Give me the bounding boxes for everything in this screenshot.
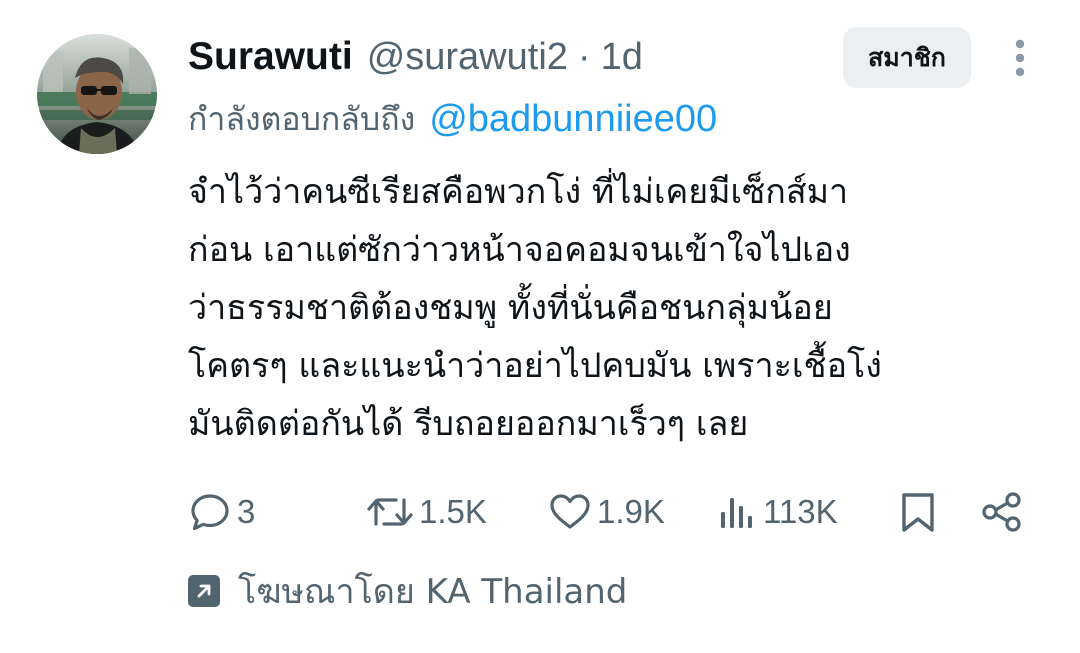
reply-icon bbox=[191, 494, 229, 531]
tweet-text: จำไว้ว่าคนซีเรียสคือพวกโง่ ที่ไม่เคยมีเซ… bbox=[188, 163, 1058, 453]
like-count: 1.9K bbox=[597, 493, 665, 530]
share-icon bbox=[982, 492, 1021, 532]
more-options-button[interactable] bbox=[1004, 36, 1036, 80]
separator-dot: · bbox=[577, 35, 591, 78]
reply-button[interactable]: 3 bbox=[188, 482, 255, 542]
tweet-header: Surawuti @surawuti2 · 1d bbox=[188, 28, 643, 86]
tweet-timestamp[interactable]: 1d bbox=[601, 36, 643, 79]
promoted-arrow-icon bbox=[188, 575, 220, 607]
like-button[interactable]: 1.9K bbox=[548, 482, 665, 542]
more-vertical-icon bbox=[1015, 39, 1025, 77]
tweet-text-line: โคตรๆ และแนะนำว่าอย่าไปคบมัน เพราะเชื้อโ… bbox=[188, 346, 882, 386]
avatar[interactable] bbox=[37, 34, 157, 154]
views-chart-icon bbox=[721, 498, 752, 528]
replying-to: กำลังตอบกลับถึง @badbunniiee00 bbox=[188, 94, 717, 144]
tweet-text-line: ก่อน เอาแต่ซักว่าวหน้าจอคอมจนเข้าใจไปเอง bbox=[188, 230, 851, 270]
replying-to-mention[interactable]: @badbunniiee00 bbox=[429, 98, 717, 141]
author-handle[interactable]: @surawuti2 bbox=[367, 36, 568, 79]
author-display-name[interactable]: Surawuti bbox=[188, 35, 353, 79]
tweet-text-line: จำไว้ว่าคนซีเรียสคือพวกโง่ ที่ไม่เคยมีเซ… bbox=[188, 172, 849, 212]
tweet-text-line: ว่าธรรมชาติต้องชมพู ทั้งที่นั่นคือชนกลุ่… bbox=[188, 288, 833, 328]
avatar-photo bbox=[37, 34, 157, 154]
tweet-text-line: มันติดต่อกันได้ รีบถอยออกมาเร็วๆ เลย bbox=[188, 404, 749, 444]
action-bar: 3 1.5K 1.9K 113K bbox=[0, 482, 1080, 542]
promoted-label[interactable]: โฆษณาโดย KA Thailand bbox=[188, 565, 627, 617]
repost-button[interactable]: 1.5K bbox=[366, 482, 487, 542]
replying-to-label: กำลังตอบกลับถึง bbox=[188, 99, 416, 138]
views-count: 113K bbox=[763, 493, 838, 530]
reply-count: 3 bbox=[237, 493, 256, 530]
promoted-text: โฆษณาโดย KA Thailand bbox=[238, 572, 628, 612]
views-button[interactable]: 113K bbox=[718, 482, 838, 542]
heart-icon bbox=[550, 494, 590, 529]
subscribe-button[interactable]: สมาชิก bbox=[843, 27, 971, 88]
share-button[interactable] bbox=[980, 482, 1024, 542]
repost-count: 1.5K bbox=[419, 493, 487, 530]
bookmark-icon bbox=[902, 493, 934, 532]
repost-icon bbox=[367, 498, 413, 526]
bookmark-button[interactable] bbox=[898, 482, 938, 542]
